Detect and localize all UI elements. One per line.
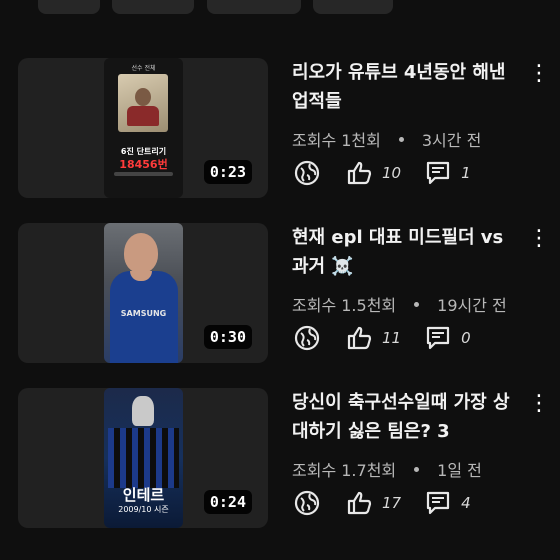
thumbs-up-icon[interactable]	[344, 488, 374, 518]
video-meta: 조회수 1천회 3시간 전	[292, 127, 481, 151]
thumbnail-image: 선수 전체 6진 단트리기 18456번	[104, 58, 183, 198]
thumbnail-image: SAMSUNG	[104, 223, 183, 363]
filter-chip-3[interactable]	[207, 0, 301, 14]
separator-dot	[414, 466, 420, 472]
separator-dot	[398, 136, 404, 142]
video-thumbnail[interactable]: 선수 전체 6진 단트리기 18456번 0:23	[18, 58, 268, 198]
globe-icon[interactable]	[292, 323, 322, 353]
globe-icon[interactable]	[292, 488, 322, 518]
upload-time: 19시간 전	[437, 296, 507, 315]
thumbnail-image: 인테르 2009/10 시즌	[104, 388, 183, 528]
video-actions: 11 0	[292, 323, 493, 353]
view-count: 조회수 1천회	[292, 131, 381, 150]
shirt-sponsor: SAMSUNG	[120, 309, 167, 318]
like-count: 11	[382, 329, 402, 347]
view-count: 조회수 1.5천회	[292, 296, 397, 315]
more-vert-icon[interactable]: ⋮	[528, 62, 550, 86]
video-meta: 조회수 1.5천회 19시간 전	[292, 292, 507, 316]
video-item[interactable]: 선수 전체 6진 단트리기 18456번 0:23 리오가 유튜브 4년동안 해…	[0, 58, 560, 198]
video-duration: 0:30	[203, 325, 252, 349]
comment-count: 4	[461, 494, 471, 512]
video-actions: 10 1	[292, 158, 493, 188]
thumb-subcaption: 2009/10 시즌	[118, 505, 169, 514]
upload-time: 1일 전	[437, 461, 482, 480]
video-item[interactable]: SAMSUNG 0:30 현재 epl 대표 미드필더 vs 과거 ☠️ ⋮ 조…	[0, 223, 560, 363]
video-title[interactable]: 현재 epl 대표 미드필더 vs 과거 ☠️	[292, 223, 512, 281]
comment-icon[interactable]	[423, 323, 453, 353]
thumb-caption: 인테르	[122, 486, 165, 504]
comment-count: 1	[461, 164, 471, 182]
like-count: 10	[382, 164, 402, 182]
filter-chip-2[interactable]	[112, 0, 194, 14]
video-thumbnail[interactable]: 인테르 2009/10 시즌 0:24	[18, 388, 268, 528]
like-count: 17	[382, 494, 402, 512]
thumb-header: 선수 전체	[131, 65, 156, 72]
video-actions: 17 4	[292, 488, 493, 518]
globe-icon[interactable]	[292, 158, 322, 188]
thumbs-up-icon[interactable]	[344, 158, 374, 188]
video-thumbnail[interactable]: SAMSUNG 0:30	[18, 223, 268, 363]
comment-icon[interactable]	[423, 158, 453, 188]
video-title[interactable]: 리오가 유튜브 4년동안 해낸 업적들	[292, 58, 512, 116]
video-meta: 조회수 1.7천회 1일 전	[292, 457, 482, 481]
video-duration: 0:23	[203, 160, 252, 184]
thumbs-up-icon[interactable]	[344, 323, 374, 353]
filter-chip-1[interactable]	[38, 0, 100, 14]
comment-count: 0	[461, 329, 471, 347]
thumb-amount: 18456번	[119, 158, 168, 171]
video-item[interactable]: 인테르 2009/10 시즌 0:24 당신이 축구선수일때 가장 상대하기 싫…	[0, 388, 560, 528]
comment-icon[interactable]	[423, 488, 453, 518]
video-title[interactable]: 당신이 축구선수일때 가장 상대하기 싫은 팀은? 3	[292, 388, 512, 446]
upload-time: 3시간 전	[421, 131, 482, 150]
player-card-image	[118, 74, 168, 132]
separator-dot	[414, 301, 420, 307]
filter-chip-4[interactable]	[313, 0, 393, 14]
more-vert-icon[interactable]: ⋮	[528, 392, 550, 416]
more-vert-icon[interactable]: ⋮	[528, 227, 550, 251]
view-count: 조회수 1.7천회	[292, 461, 397, 480]
video-duration: 0:24	[203, 490, 252, 514]
